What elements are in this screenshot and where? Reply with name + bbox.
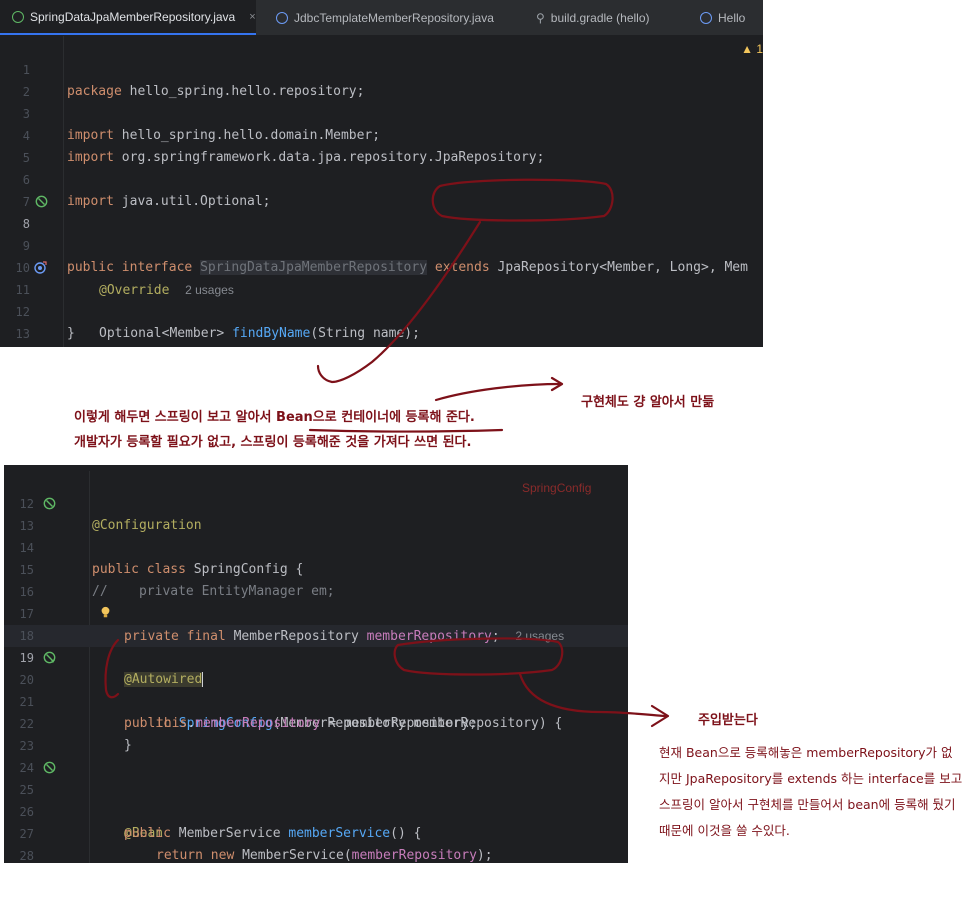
- editor-tab-bar: SpringDataJpaMemberRepository.java × Jdb…: [0, 0, 763, 36]
- code-line: 13: [0, 301, 763, 341]
- method-name[interactable]: findByName: [232, 326, 310, 341]
- tab-label: Hello: [718, 10, 746, 25]
- code-line: 3 import hello_spring.hello.domain.Membe…: [0, 81, 763, 143]
- code-line: 23: [4, 713, 628, 753]
- code-line: 20 public SpringConfig(MemberRepository …: [4, 647, 628, 731]
- arrow-to-implementation-note: [434, 382, 562, 402]
- code-line: 19 @Autowired: [4, 625, 628, 687]
- code-line: 2: [0, 59, 763, 99]
- code-line: 4 import org.springframework.data.jpa.re…: [0, 103, 763, 165]
- annotation-note-inject: 주입받는다: [698, 713, 758, 728]
- code-line: 5: [0, 125, 763, 165]
- code-line: 12 @Configuration: [4, 471, 628, 533]
- code-editor[interactable]: SpringConfig 12 @Configuration 13 public…: [4, 471, 628, 863]
- code-line: 12 }: [0, 279, 763, 341]
- arrowhead-inject: [650, 704, 670, 728]
- autowired-gutter-icon[interactable]: [43, 651, 56, 664]
- annotation-note-developer: 개발자가 등록할 필요가 없고, 스프링이 등록해준 것을 가져다 쓰면 된다.: [74, 435, 472, 450]
- annotation-note-implementation: 구현체도 걍 알아서 만듦: [581, 395, 715, 410]
- gradle-icon: ⚲: [536, 10, 545, 25]
- code-line: 16: [4, 559, 628, 599]
- annotation-note-explanation: 현재 Bean으로 등록해놓은 memberRepository가 없지만 Jp…: [659, 745, 962, 838]
- class-file-icon: [276, 11, 288, 24]
- code-text: }: [67, 326, 75, 341]
- override-gutter-icon[interactable]: [34, 261, 47, 274]
- tab-label: JdbcTemplateMemberRepository.java: [294, 10, 494, 25]
- code-line: 17 private final MemberRepository member…: [4, 581, 628, 644]
- code-line: 26 public MemberService memberService() …: [4, 779, 628, 841]
- line-number: 13: [15, 327, 30, 341]
- code-line: 28 }: [4, 823, 628, 863]
- spring-bean-gutter-icon[interactable]: [43, 497, 56, 510]
- code-line: 22 }: [4, 691, 628, 753]
- code-line: 18: [4, 603, 628, 643]
- code-line: 6 import java.util.Optional;: [0, 147, 763, 209]
- implementations-gutter-icon[interactable]: [35, 195, 48, 208]
- tab-build-gradle[interactable]: ⚲ build.gradle (hello): [536, 0, 650, 35]
- code-line: 13 public class SpringConfig {: [4, 493, 628, 577]
- code-line: 1 package hello_spring.hello.repository;: [0, 37, 763, 99]
- code-text: (String name);: [310, 326, 420, 341]
- code-line: 25 @Bean: [4, 757, 628, 841]
- code-line: 29: [4, 845, 628, 863]
- close-icon[interactable]: ×: [249, 11, 255, 23]
- tab-label: build.gradle (hello): [550, 10, 650, 25]
- code-line: 24: [4, 735, 628, 775]
- code-line: 9: [0, 213, 763, 253]
- lightbulb-icon[interactable]: [99, 606, 112, 619]
- tab-hello[interactable]: Hello: [700, 0, 745, 35]
- editor-window-repository: SpringDataJpaMemberRepository.java × Jdb…: [0, 0, 763, 347]
- code-text: Optional<Member>: [99, 326, 233, 341]
- tab-label: SpringDataJpaMemberRepository.java: [30, 9, 236, 24]
- code-line: 14: [4, 515, 628, 555]
- class-file-icon: [700, 11, 712, 24]
- code-line: 15 // private EntityManager em;: [4, 537, 628, 599]
- bean-gutter-icon[interactable]: [43, 761, 56, 774]
- code-line: 21 this.memberRepository = memberReposit…: [4, 669, 628, 731]
- tab-springdatajpamemberrepository[interactable]: SpringDataJpaMemberRepository.java ×: [0, 0, 256, 35]
- code-line: 10 @Override 2 usages: [0, 235, 763, 298]
- editor-window-springconfig: SpringConfig 12 @Configuration 13 public…: [4, 465, 628, 863]
- code-line: 27 return new MemberService(memberReposi…: [4, 801, 628, 863]
- code-line: 11 Optional<Member> findByName(String na…: [0, 257, 763, 341]
- annotation-note-bean: 이렇게 해두면 스프링이 보고 알아서 Bean으로 컨테이너에 등록해 준다.: [74, 410, 475, 425]
- code-editor[interactable]: ▲ 1 1 package hello_spring.hello.reposit…: [0, 36, 763, 347]
- interface-file-icon: [12, 10, 24, 23]
- code-line: 7: [0, 169, 763, 209]
- code-line: 8 public interface SpringDataJpaMemberRe…: [0, 191, 763, 275]
- arrowhead-implementation: [550, 376, 564, 392]
- tab-jdbctemplatememberrepository[interactable]: JdbcTemplateMemberRepository.java: [276, 0, 494, 35]
